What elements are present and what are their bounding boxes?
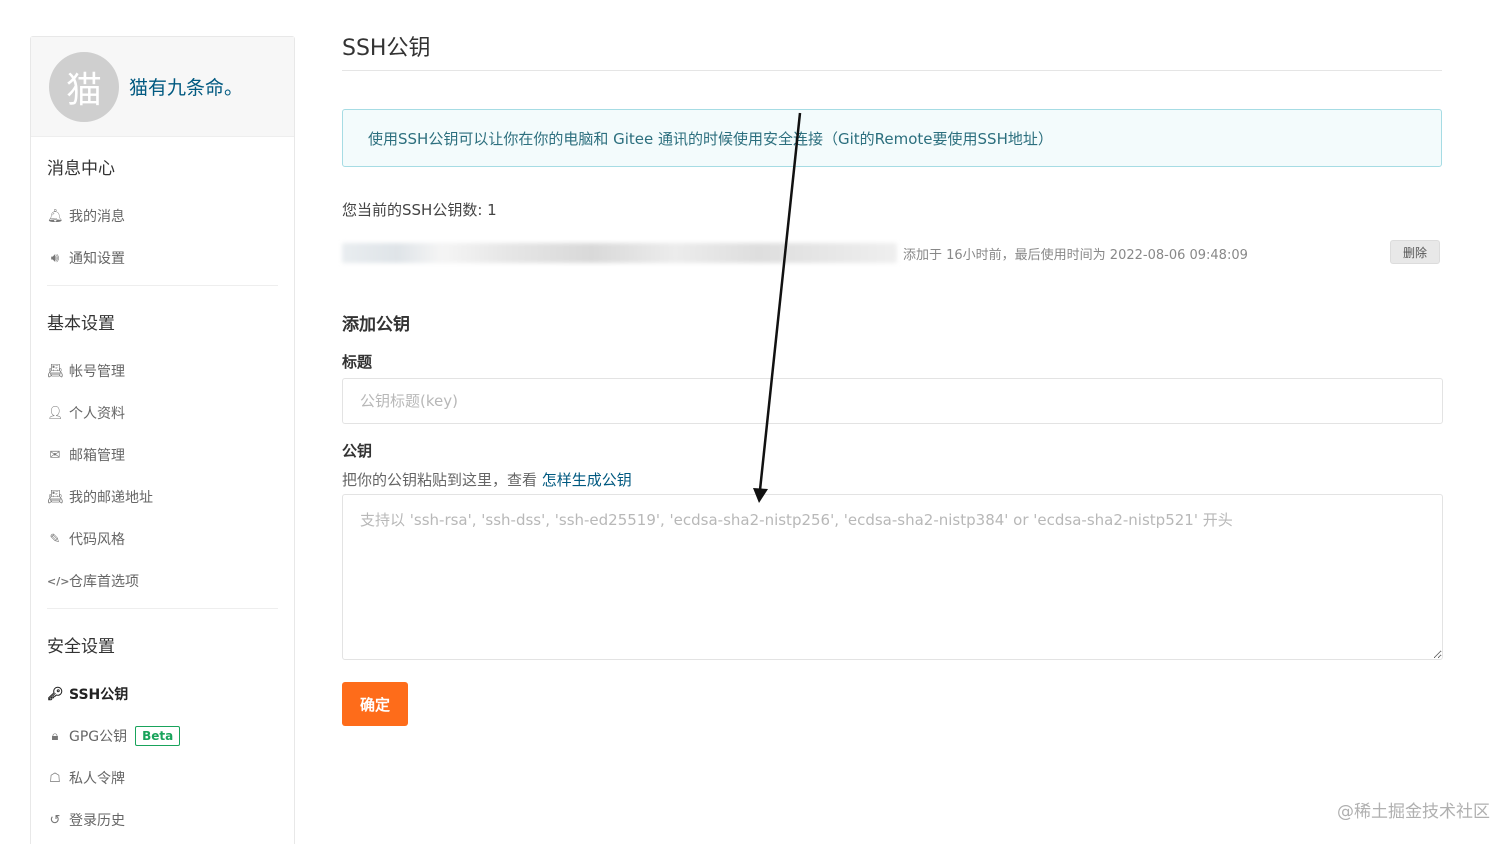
add-key-title: 添加公钥 [342, 315, 410, 335]
sidebar-item-account[interactable]: 📇︎ 帐号管理 [47, 350, 278, 392]
sidebar-item-gpg-keys[interactable]: 🔒︎ GPG公钥 Beta [47, 715, 278, 757]
speaker-icon: 🔊︎ [50, 250, 60, 266]
sidebar-item-label: GPG公钥 [69, 729, 128, 745]
history-icon: ↺ [49, 812, 61, 828]
id-card-icon: 📇︎ [47, 363, 64, 379]
sidebar-item-notification-settings[interactable]: 🔊︎ 通知设置 [47, 237, 278, 279]
title-label: 标题 [342, 353, 373, 371]
info-message: 使用SSH公钥可以让你在你的电脑和 Gitee 通讯的时候使用安全连接（Git的… [342, 109, 1442, 167]
ssh-key-count: 您当前的SSH公钥数: 1 [342, 201, 497, 219]
sidebar-item-tokens[interactable]: ☖ 私人令牌 [47, 757, 278, 799]
sidebar-item-repo-preferences[interactable]: </> 仓库首选项 [47, 560, 278, 602]
page-title: SSH公钥 [342, 30, 1442, 71]
sidebar-item-label: 通知设置 [69, 251, 125, 267]
sidebar-item-label: 我的邮递地址 [69, 490, 153, 506]
sidebar-item-label: 私人令牌 [69, 771, 125, 787]
bell-icon: 🔔︎ [47, 208, 64, 224]
sidebar-item-email[interactable]: ✉︎ 邮箱管理 [47, 434, 278, 476]
sidebar-group-messages: 消息中心 🔔︎ 我的消息 🔊︎ 通知设置 [31, 137, 294, 286]
sidebar-item-label: 邮箱管理 [69, 448, 125, 464]
submit-button[interactable]: 确定 [342, 682, 408, 726]
key-label: 公钥 [342, 442, 373, 460]
sidebar-item-address[interactable]: 📇︎ 我的邮递地址 [47, 476, 278, 518]
public-key-textarea[interactable] [342, 494, 1443, 660]
sidebar-item-label: SSH公钥 [69, 687, 129, 703]
address-card-icon: 📇︎ [47, 489, 64, 505]
code-icon: </> [47, 574, 70, 588]
key-hint: 把你的公钥粘贴到这里，查看 怎样生成公钥 [342, 469, 1442, 490]
envelope-icon: ✉︎ [49, 447, 61, 463]
avatar[interactable]: 猫 [49, 51, 119, 122]
watermark: @稀土掘金技术社区 [1337, 802, 1490, 822]
how-to-generate-link[interactable]: 怎样生成公钥 [542, 471, 632, 489]
ssh-key-row: 添加于 16小时前，最后使用时间为 2022-08-06 09:48:09 删除 [342, 240, 1442, 266]
key-icon: 🔑︎ [47, 686, 64, 702]
beta-badge: Beta [135, 726, 181, 746]
delete-button[interactable]: 删除 [1389, 240, 1440, 264]
brush-icon: ✎ [49, 531, 61, 547]
sidebar-item-ssh-keys[interactable]: 🔑︎ SSH公钥 [47, 673, 278, 715]
key-meta: 添加于 16小时前，最后使用时间为 2022-08-06 09:48:09 [903, 247, 1248, 263]
sidebar-item-profile[interactable]: 👤︎ 个人资料 [47, 392, 278, 434]
key-hint-text: 把你的公钥粘贴到这里，查看 [342, 471, 538, 489]
sidebar-item-label: 代码风格 [69, 532, 125, 548]
divider [47, 608, 278, 609]
sidebar-item-login-history[interactable]: ↺ 登录历史 [47, 799, 278, 841]
lock-icon: 🔒︎ [51, 728, 59, 744]
sidebar-item-label: 个人资料 [69, 406, 125, 422]
settings-sidebar: 猫 猫有九条命。 消息中心 🔔︎ 我的消息 🔊︎ 通知设置 基本设置 📇︎ 帐号… [30, 36, 295, 844]
sidebar-group-title: 基本设置 [47, 313, 115, 334]
sidebar-group-security: 安全设置 🔑︎ SSH公钥 🔒︎ GPG公钥 Beta ☖ 私人令牌 ↺ 登录历… [31, 615, 294, 844]
sidebar-item-label: 帐号管理 [69, 364, 125, 380]
sidebar-item-my-messages[interactable]: 🔔︎ 我的消息 [47, 195, 278, 237]
sidebar-group-basic: 基本设置 📇︎ 帐号管理 👤︎ 个人资料 ✉︎ 邮箱管理 📇︎ 我的邮递地址 ✎… [31, 292, 294, 609]
profile-card: 猫 猫有九条命。 [31, 37, 294, 137]
sidebar-item-label: 我的消息 [69, 209, 125, 225]
token-icon: ☖ [49, 770, 61, 786]
user-icon: 👤︎ [47, 405, 64, 421]
blurred-key-fingerprint [342, 243, 897, 263]
sidebar-group-title: 消息中心 [47, 158, 115, 179]
username-link[interactable]: 猫有九条命。 [129, 73, 243, 100]
main-content: SSH公钥 使用SSH公钥可以让你在你的电脑和 Gitee 通讯的时候使用安全连… [342, 30, 1443, 726]
divider [47, 285, 278, 286]
sidebar-item-code-style[interactable]: ✎ 代码风格 [47, 518, 278, 560]
sidebar-group-title: 安全设置 [47, 636, 115, 657]
sidebar-item-label: 登录历史 [69, 813, 125, 829]
sidebar-item-label: 仓库首选项 [69, 574, 139, 590]
title-input[interactable] [342, 378, 1443, 424]
